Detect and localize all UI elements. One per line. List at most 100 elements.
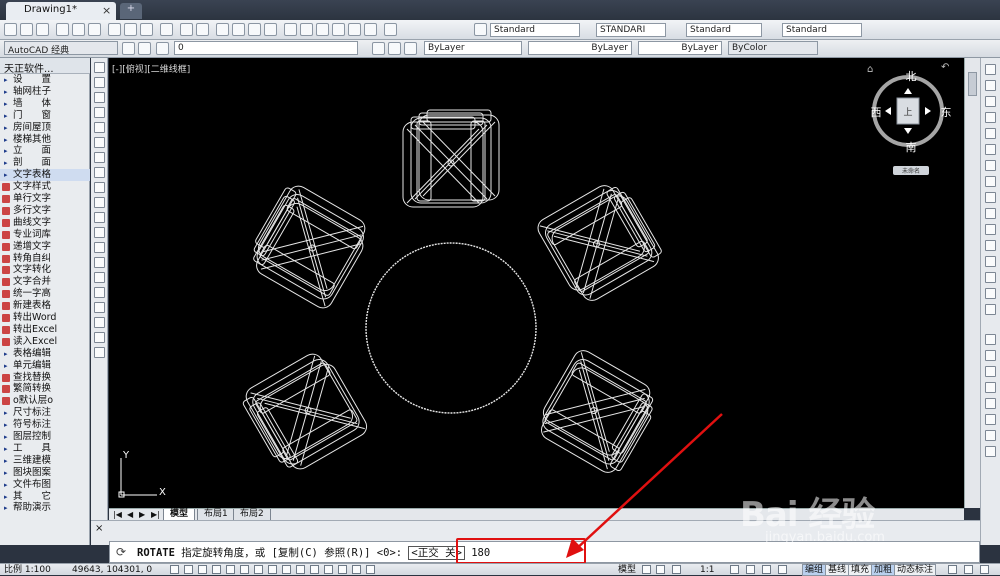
menu-item[interactable]: 新建表格 <box>0 300 90 312</box>
menu-item[interactable]: 专业词库 <box>0 229 90 241</box>
menu-item[interactable]: ▸ 图层控制 <box>0 431 90 443</box>
scale-label[interactable]: 比例 1:100 <box>4 564 51 576</box>
baseline-button[interactable]: 基线 <box>825 564 850 576</box>
menu-item[interactable]: ▸ 文件布图 <box>0 479 90 491</box>
grid-icon[interactable] <box>198 565 207 574</box>
offset-icon[interactable] <box>985 112 996 123</box>
menu-item[interactable]: 读入Excel <box>0 336 90 348</box>
quick-view-layouts-icon[interactable] <box>642 565 651 574</box>
close-command-icon[interactable]: × <box>95 523 103 534</box>
menu-item[interactable]: ▸ 墙 体 <box>0 98 90 110</box>
annotation-visibility-icon[interactable] <box>730 565 739 574</box>
workspace-switch-icon[interactable] <box>762 565 771 574</box>
am-icon[interactable] <box>366 565 375 574</box>
menu-item[interactable]: ▸ 工 具 <box>0 443 90 455</box>
undo-icon[interactable] <box>180 23 193 36</box>
table-style-select[interactable]: Standard <box>686 23 762 37</box>
rectangle-icon[interactable] <box>94 122 105 133</box>
document-tab[interactable]: Drawing1* <box>6 2 116 20</box>
infer-icon[interactable] <box>170 565 179 574</box>
stretch-icon[interactable] <box>985 192 996 203</box>
lightbulb-icon[interactable] <box>948 565 957 574</box>
layer-select[interactable]: 0 <box>174 41 358 55</box>
menu-item[interactable]: 曲线文字 <box>0 217 90 229</box>
menu-item[interactable]: ▸ 表格编辑 <box>0 348 90 360</box>
lineweight-select[interactable]: ByLayer <box>638 41 722 55</box>
status-menu-icon[interactable] <box>964 565 973 574</box>
menu-item[interactable]: ▸ 文字表格 <box>0 169 90 182</box>
zoom-window-icon[interactable] <box>248 23 261 36</box>
scroll-first-icon[interactable]: |◀ <box>113 510 122 519</box>
add-selected-icon[interactable] <box>94 347 105 358</box>
redo-icon[interactable] <box>196 23 209 36</box>
send-back-icon[interactable] <box>985 366 996 377</box>
menu-item[interactable]: o默认层o <box>0 395 90 407</box>
menu-item[interactable]: 繁简转换 <box>0 383 90 395</box>
autoscale-icon[interactable] <box>746 565 755 574</box>
arc-icon[interactable] <box>94 137 105 148</box>
design-center-icon[interactable] <box>300 23 313 36</box>
line-icon[interactable] <box>94 62 105 73</box>
publish-icon[interactable] <box>88 23 101 36</box>
menu-item[interactable]: 转角自纠 <box>0 253 90 265</box>
vertical-scroll-thumb[interactable] <box>968 72 977 96</box>
zoom-realtime-icon[interactable] <box>232 23 245 36</box>
tpy-icon[interactable] <box>324 565 333 574</box>
menu-item[interactable]: ▸ 三维建模 <box>0 455 90 467</box>
compass-north[interactable]: 北 <box>906 70 917 83</box>
scale-icon[interactable] <box>985 176 996 187</box>
compass-south[interactable]: 南 <box>906 141 917 154</box>
mirror-icon[interactable] <box>985 96 996 107</box>
print-icon[interactable] <box>56 23 69 36</box>
tool-palettes-icon[interactable] <box>316 23 329 36</box>
viewcube[interactable]: 上 北 南 东 西 未命名 ⌂ ↶ <box>867 62 952 175</box>
cut-icon[interactable] <box>108 23 121 36</box>
menu-item[interactable]: 单行文字 <box>0 193 90 205</box>
menu-item[interactable]: ▸ 轴网柱子 <box>0 86 90 98</box>
send-under-icon[interactable] <box>985 398 996 409</box>
copy-icon[interactable] <box>124 23 137 36</box>
revision-cloud-icon[interactable] <box>94 167 105 178</box>
annotation-scale[interactable]: 1:1 <box>700 564 714 576</box>
make-block-icon[interactable] <box>94 242 105 253</box>
menu-item[interactable]: ▸ 房间屋顶 <box>0 122 90 134</box>
linetype-select[interactable]: ByLayer <box>528 41 632 55</box>
menu-item[interactable]: ▸ 其 它 <box>0 491 90 503</box>
new-file-icon[interactable] <box>4 23 17 36</box>
pan-icon[interactable] <box>216 23 229 36</box>
help-icon[interactable] <box>384 23 397 36</box>
preview-icon[interactable] <box>72 23 85 36</box>
table-icon[interactable] <box>94 317 105 328</box>
menu-item[interactable]: 查找替换 <box>0 372 90 384</box>
polygon-icon[interactable] <box>94 107 105 118</box>
bring-front-icon[interactable] <box>985 350 996 361</box>
array-icon[interactable] <box>985 128 996 139</box>
menu-item[interactable]: 文字转化 <box>0 264 90 276</box>
layer-iso-icon[interactable] <box>404 42 417 55</box>
draw-order-icon[interactable] <box>985 334 996 345</box>
menu-item[interactable]: 多行文字 <box>0 205 90 217</box>
wcs-menu[interactable]: 未命名 <box>902 167 920 175</box>
layer-state-icon[interactable] <box>156 42 169 55</box>
viewcube-face[interactable]: 上 <box>903 107 912 118</box>
zoom-previous-icon[interactable] <box>264 23 277 36</box>
quickcalc-icon[interactable] <box>364 23 377 36</box>
ducs-icon[interactable] <box>282 565 291 574</box>
extend-icon[interactable] <box>985 224 996 235</box>
lock-icon[interactable] <box>778 565 787 574</box>
menu-item[interactable]: ▸ 立 面 <box>0 145 90 157</box>
vertical-scrollbar[interactable] <box>964 58 980 508</box>
markup-icon[interactable] <box>348 23 361 36</box>
spline-icon[interactable] <box>94 182 105 193</box>
break-icon[interactable] <box>985 240 996 251</box>
scroll-next-icon[interactable]: ▶ <box>139 510 145 519</box>
close-tab-icon[interactable]: × <box>102 4 111 17</box>
compass-east[interactable]: 东 <box>941 106 952 119</box>
scroll-prev-icon[interactable]: ◀ <box>127 510 133 519</box>
menu-item[interactable]: ▸ 单元编辑 <box>0 360 90 372</box>
scroll-last-icon[interactable]: ▶| <box>151 510 160 519</box>
color-select[interactable]: ByLayer <box>424 41 522 55</box>
model-space-label[interactable]: 模型 <box>618 564 636 576</box>
dynamic-dim-button[interactable]: 动态标注 <box>894 564 937 576</box>
mleader-style-select[interactable]: Standard <box>782 23 862 37</box>
